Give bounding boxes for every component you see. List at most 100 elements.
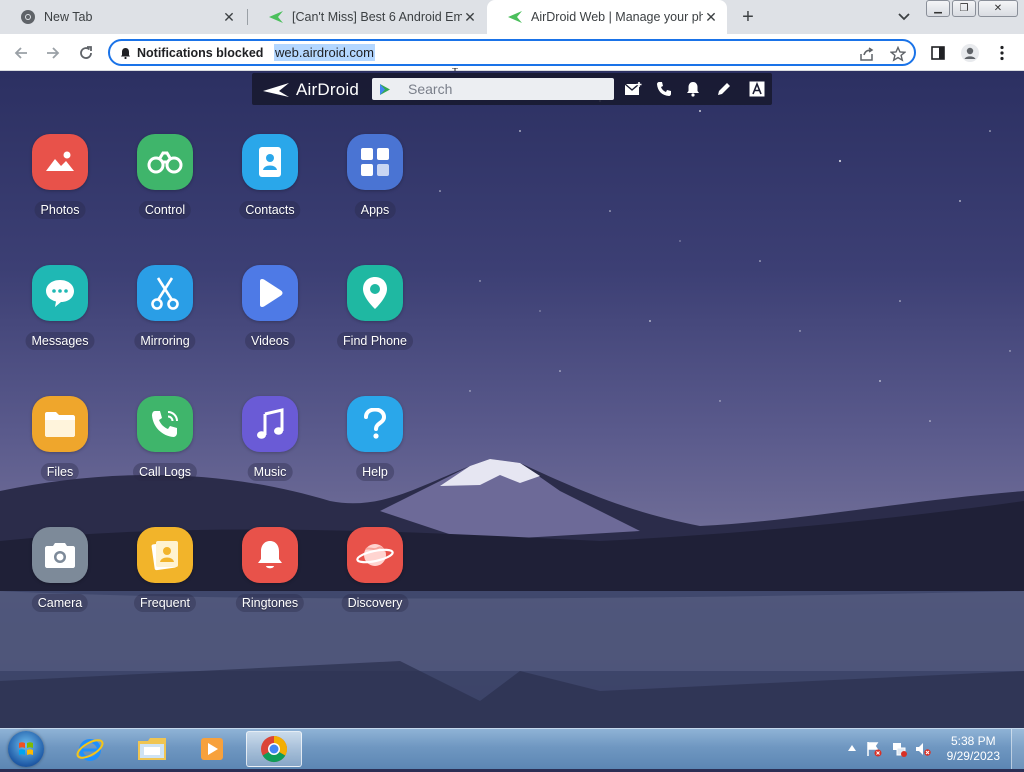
action-center-flag-icon[interactable]: [866, 741, 882, 757]
app-label: Mirroring: [134, 332, 196, 350]
notifications-blocked-chip[interactable]: Notifications blocked: [120, 44, 263, 62]
close-tab-icon[interactable]: ✕: [462, 9, 478, 25]
close-tab-icon[interactable]: ✕: [221, 9, 237, 25]
app-contacts[interactable]: Contacts: [220, 134, 320, 234]
address-bar[interactable]: Notifications blocked web.airdroid.com: [108, 39, 916, 66]
app-label: Files: [40, 463, 80, 481]
star-icon: [890, 46, 906, 62]
airdroid-logo-text: AirDroid: [296, 80, 360, 99]
app-label: Help: [356, 463, 394, 481]
app-label: Apps: [354, 201, 396, 219]
minimize-button[interactable]: ▁: [926, 0, 950, 17]
play-icon: [242, 265, 298, 321]
app-mirroring[interactable]: Mirroring: [115, 265, 215, 365]
font-size-button[interactable]: [747, 80, 767, 98]
forward-arrow-icon: [47, 47, 60, 59]
show-hidden-icons-icon[interactable]: [848, 745, 856, 751]
show-desktop-button[interactable]: [1011, 729, 1024, 769]
camera-icon: [32, 527, 88, 583]
taskbar-file-explorer[interactable]: [124, 731, 180, 767]
taskbar-media-player[interactable]: [184, 731, 240, 767]
volume-muted-icon[interactable]: [915, 741, 931, 757]
folder-icon: [138, 738, 166, 760]
internet-explorer-icon: [76, 739, 104, 761]
tab-title: [Can't Miss] Best 6 Android Emul: [292, 10, 462, 24]
browser-menu-button[interactable]: [992, 43, 1012, 63]
share-button[interactable]: [858, 45, 876, 63]
back-button[interactable]: [11, 43, 31, 63]
apps-grid-icon: [347, 134, 403, 190]
close-window-button[interactable]: ✕: [978, 0, 1018, 17]
tab-new-tab[interactable]: New Tab ✕: [0, 0, 245, 34]
location-pin-icon: [347, 265, 403, 321]
frequent-contacts-icon: [137, 527, 193, 583]
app-ringtones[interactable]: Ringtones: [220, 527, 320, 627]
airdroid-icon: [508, 11, 522, 23]
music-note-icon: [242, 396, 298, 452]
app-photos[interactable]: Photos: [10, 134, 110, 234]
app-messages[interactable]: Messages: [10, 265, 110, 365]
tab-search-chevron-icon[interactable]: [895, 8, 913, 26]
airdroid-toolbar: AirDroid: [252, 73, 772, 105]
airdroid-logo: AirDroid: [262, 80, 359, 100]
app-videos[interactable]: Videos: [220, 265, 320, 365]
tab-airdroid-web[interactable]: AirDroid Web | Manage your pho ✕: [487, 0, 727, 34]
airdroid-logo-icon: [263, 83, 289, 97]
app-label: Messages: [25, 332, 95, 350]
photos-icon: [32, 134, 88, 190]
app-files[interactable]: Files: [10, 396, 110, 496]
google-play-icon: [380, 84, 390, 95]
binoculars-icon: [137, 134, 193, 190]
tab-title: AirDroid Web | Manage your pho: [531, 10, 703, 24]
app-label: Find Phone: [337, 332, 413, 350]
tab-android-emulators[interactable]: [Can't Miss] Best 6 Android Emul ✕: [248, 0, 486, 34]
scissors-icon: [137, 265, 193, 321]
sms-compose-icon: [624, 82, 642, 95]
app-music[interactable]: Music: [220, 396, 320, 496]
chat-bubble-icon: [32, 265, 88, 321]
edit-button[interactable]: [714, 80, 734, 98]
back-arrow-icon: [14, 47, 27, 59]
close-tab-icon[interactable]: ✕: [703, 9, 719, 25]
notifications-button[interactable]: [683, 80, 703, 98]
bookmark-button[interactable]: [889, 45, 907, 63]
start-button[interactable]: [8, 731, 44, 767]
clock[interactable]: 5:38 PM 9/29/2023: [947, 734, 1000, 764]
call-button[interactable]: [654, 80, 674, 98]
app-help[interactable]: Help: [325, 396, 425, 496]
reload-button[interactable]: [76, 43, 96, 63]
app-find-phone[interactable]: Find Phone: [325, 265, 425, 365]
app-apps[interactable]: Apps: [325, 134, 425, 234]
tab-title: New Tab: [44, 10, 93, 24]
window-controls: ▁ ❐ ✕: [926, 0, 1018, 17]
app-camera[interactable]: Camera: [10, 527, 110, 627]
clock-time: 5:38 PM: [950, 734, 996, 748]
new-message-button[interactable]: [624, 80, 644, 98]
taskbar-internet-explorer[interactable]: [62, 731, 118, 767]
app-control[interactable]: Control: [115, 134, 215, 234]
new-tab-button[interactable]: +: [736, 5, 760, 29]
app-call-logs[interactable]: Call Logs: [115, 396, 215, 496]
url-text[interactable]: web.airdroid.com: [274, 44, 375, 61]
airdroid-icon: [269, 11, 283, 23]
windows-taskbar: 5:38 PM 9/29/2023: [0, 728, 1024, 769]
tab-strip: New Tab ✕ [Can't Miss] Best 6 Android Em…: [0, 0, 1024, 34]
search-box[interactable]: [372, 78, 614, 100]
app-frequent[interactable]: Frequent: [115, 527, 215, 627]
pencil-icon: [718, 83, 730, 95]
search-input[interactable]: [408, 78, 608, 100]
forward-button[interactable]: [43, 43, 63, 63]
side-panel-button[interactable]: [928, 43, 948, 63]
app-label: Discovery: [341, 594, 409, 612]
app-discovery[interactable]: Discovery: [325, 527, 425, 627]
reload-icon: [80, 46, 92, 59]
app-label: Videos: [245, 332, 295, 350]
profile-button[interactable]: [960, 43, 980, 63]
network-icon[interactable]: [891, 741, 907, 757]
taskbar-chrome[interactable]: [246, 731, 302, 767]
notifications-blocked-label: Notifications blocked: [137, 46, 264, 60]
bell-off-icon: [121, 48, 130, 59]
restore-button[interactable]: ❐: [952, 0, 976, 17]
chrome-icon: [21, 10, 35, 24]
avatar: [961, 44, 979, 62]
